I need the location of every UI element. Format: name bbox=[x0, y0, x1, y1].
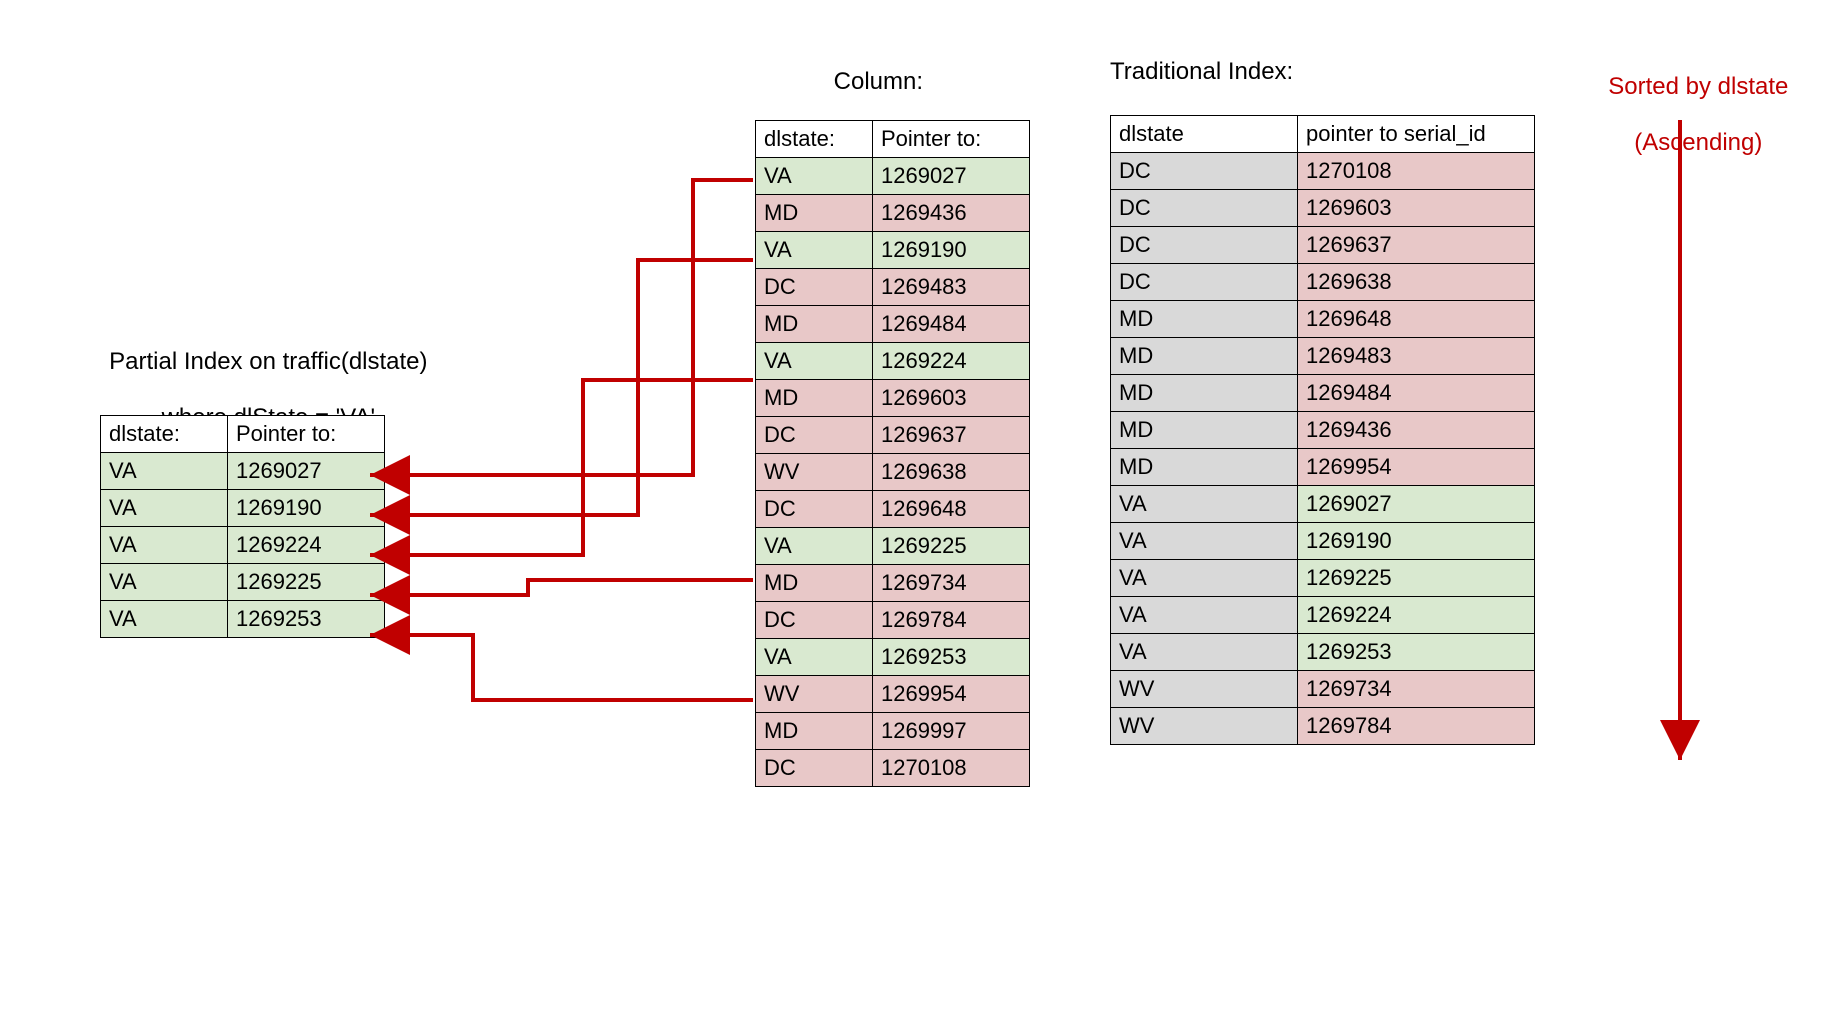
mapping-arrow bbox=[370, 635, 753, 700]
diagram-canvas: Partial Index on traffic(dlstate) where … bbox=[20, 20, 1822, 994]
mapping-arrow bbox=[370, 180, 753, 475]
arrow-overlay bbox=[20, 20, 1822, 994]
mapping-arrow bbox=[370, 380, 753, 555]
mapping-arrow bbox=[370, 580, 753, 595]
